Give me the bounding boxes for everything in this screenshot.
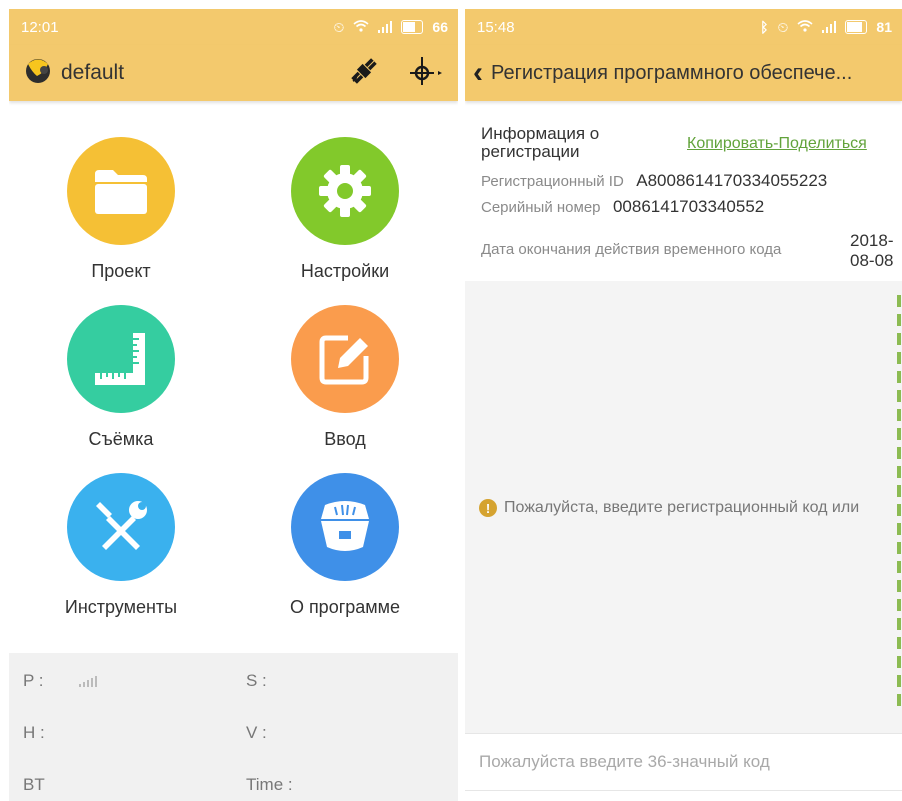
project-name: default [61, 61, 125, 84]
alarm-icon: ⏲ [333, 18, 345, 35]
menu-item-project[interactable]: Проект [21, 137, 221, 282]
battery-level: 81 [876, 19, 892, 35]
bluetooth-status-label: BT [23, 775, 45, 794]
menu-label-project: Проект [91, 261, 151, 281]
clock: 15:48 [477, 18, 515, 36]
expiry-value-line-2: 08-08 [850, 251, 894, 270]
horizontal-precision-label: H : [23, 723, 45, 742]
battery-icon [401, 20, 424, 34]
app-logo-icon [23, 55, 53, 91]
status-icons: ᛒ ⏲ 81 [760, 19, 892, 36]
satellites-label: S : [246, 671, 267, 690]
gnss-status-panel: P : S : H : V : BT Time : [9, 653, 458, 801]
menu-item-tools[interactable]: Инструменты [21, 473, 221, 618]
registration-warning: ! Пожалуйста, введите регистрационный ко… [479, 499, 859, 517]
ruler-survey-icon [67, 305, 175, 413]
bluetooth-icon: ᛒ [760, 19, 769, 35]
info-title: Информация о регистрации [481, 124, 600, 161]
signal-icon [378, 21, 393, 33]
time-label: Time : [246, 775, 293, 794]
status-bar: 15:48 ᛒ ⏲ 81 [465, 9, 902, 45]
menu-item-survey[interactable]: Съёмка [21, 305, 221, 450]
reg-id-value: A8008614170334055223 [636, 171, 828, 190]
info-icon: ! [479, 499, 497, 517]
gear-icon [291, 137, 399, 245]
vertical-precision-label: V : [246, 723, 267, 742]
back-button[interactable]: ‹ [473, 58, 483, 88]
warning-text: Пожалуйста, введите регистрационный код … [504, 499, 860, 516]
main-menu-screen: 12:01 ⏲ 66 default Проект Настройки Съём… [9, 9, 458, 801]
signal-strength-icon [79, 675, 97, 687]
tools-icon [67, 473, 175, 581]
link-text-overflow[interactable] [897, 295, 901, 706]
alarm-icon: ⏲ [777, 18, 789, 35]
edit-icon [291, 305, 399, 413]
signal-icon [822, 21, 837, 33]
expiry-value-line-1: 2018- [850, 231, 894, 250]
reg-id-label: Регистрационный ID [481, 173, 624, 190]
status-icons: ⏲ 66 [334, 19, 449, 36]
registration-code-input[interactable] [479, 752, 888, 772]
receiver-icon [291, 473, 399, 581]
menu-label-input: Ввод [324, 429, 366, 449]
menu-label-about: О программе [289, 597, 401, 617]
gps-target-icon[interactable] [408, 55, 444, 92]
menu-label-survey: Съёмка [88, 429, 154, 449]
expiry-label: Дата окончания действия временного кода [481, 241, 782, 258]
menu-item-input[interactable]: Ввод [245, 305, 445, 450]
serial-value: 0086141703340552 [612, 197, 765, 216]
wifi-icon [353, 19, 369, 35]
battery-level: 66 [432, 19, 448, 35]
registration-message-area: ! Пожалуйста, введите регистрационный ко… [465, 281, 902, 733]
wifi-icon [797, 19, 813, 35]
app-bar: ‹ Регистрация программного обеспече... [465, 45, 902, 101]
project-selector[interactable]: default [23, 55, 124, 91]
menu-label-tools: Инструменты [64, 597, 178, 617]
copy-share-link[interactable]: Копировать-Поделиться [687, 135, 867, 153]
satellite-icon[interactable] [348, 55, 380, 92]
folder-icon [67, 137, 175, 245]
status-bar: 12:01 ⏲ 66 [9, 9, 458, 45]
registration-code-field[interactable] [465, 733, 902, 791]
clock: 12:01 [21, 18, 59, 36]
battery-icon [845, 20, 868, 34]
serial-label: Серийный номер [481, 199, 601, 216]
menu-item-settings[interactable]: Настройки [245, 137, 445, 282]
registration-screen: 15:48 ᛒ ⏲ 81 ‹ Регистрация программного … [465, 9, 902, 801]
menu-item-about[interactable]: О программе [245, 473, 445, 618]
page-title: Регистрация программного обеспече... [491, 61, 853, 84]
position-status-label: P : [23, 671, 44, 690]
app-bar: default [9, 45, 458, 101]
menu-label-settings: Настройки [300, 261, 390, 281]
